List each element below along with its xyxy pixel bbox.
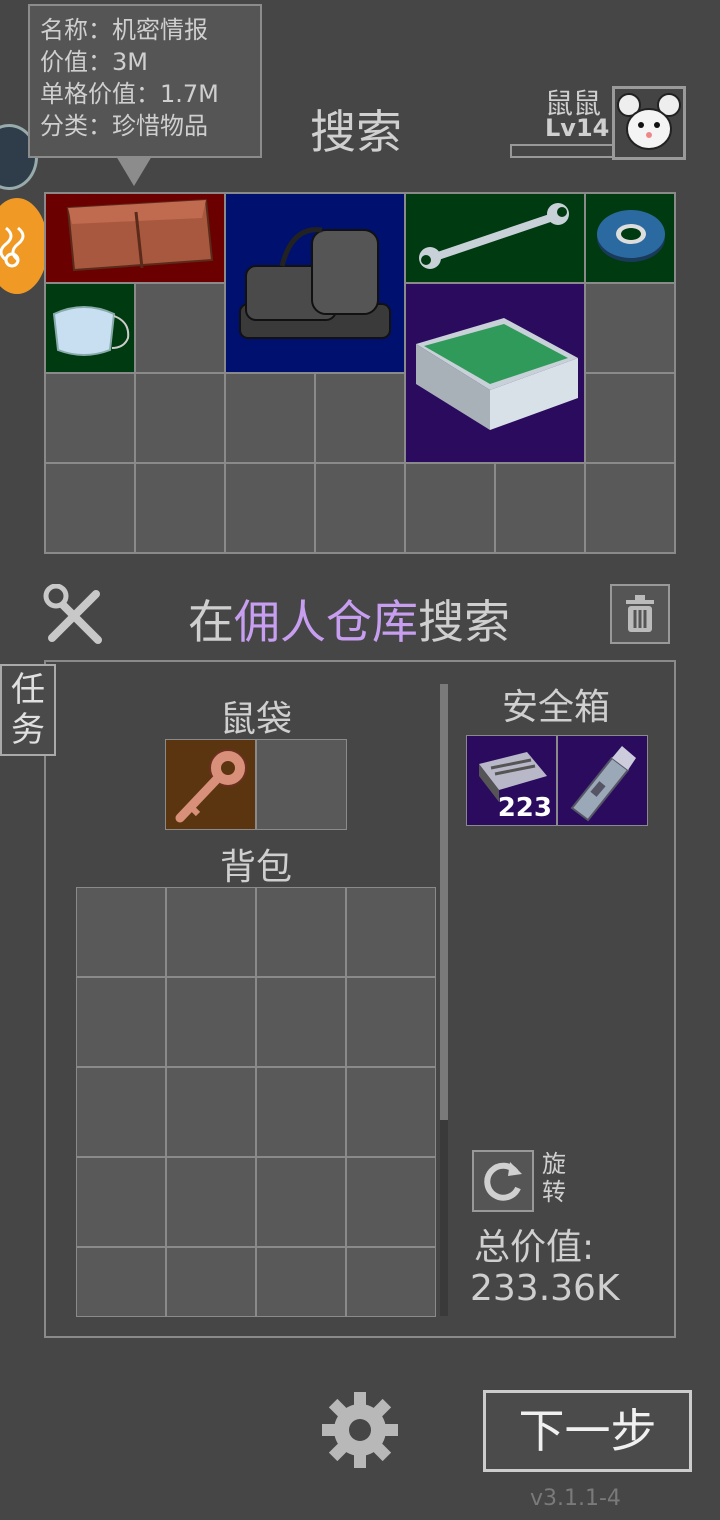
total-value: 233.36K: [470, 1268, 620, 1309]
safe-box-slot-battery[interactable]: 223: [466, 735, 557, 826]
loot-slot-empty[interactable]: [495, 463, 585, 553]
backpack-slot[interactable]: [346, 887, 436, 977]
avatar[interactable]: [612, 86, 686, 160]
scrollbar-thumb[interactable]: [440, 684, 448, 1120]
loot-slot-empty[interactable]: [225, 463, 315, 553]
backpack-slot[interactable]: [346, 1067, 436, 1157]
backpack-slot[interactable]: [346, 977, 436, 1067]
loot-slot-empty[interactable]: [585, 463, 675, 553]
pouch-slot-empty[interactable]: [256, 739, 347, 830]
page-title: 搜索: [310, 105, 402, 159]
next-step-button[interactable]: 下一步: [483, 1390, 692, 1472]
loot-item-glass-panel[interactable]: [405, 283, 585, 463]
mask-icon: [52, 306, 130, 356]
backpack-slot[interactable]: [346, 1157, 436, 1247]
wrench-icon: [419, 203, 569, 269]
backpack-slot[interactable]: [166, 1157, 256, 1247]
settings-button[interactable]: [318, 1388, 402, 1472]
loot-slot-empty[interactable]: [135, 283, 225, 373]
backpack-slot[interactable]: [256, 1247, 346, 1317]
pouch-label: 鼠袋: [220, 699, 293, 740]
backpack-slot[interactable]: [346, 1247, 436, 1317]
safe-box-slot-usb[interactable]: [557, 735, 648, 826]
search-prefix: 在: [188, 595, 234, 649]
version-label: v3.1.1-4: [530, 1486, 621, 1511]
backpack-slot[interactable]: [76, 1067, 166, 1157]
key-icon: [175, 749, 247, 823]
rotate-icon: [484, 1162, 522, 1201]
backpack-slot[interactable]: [76, 1157, 166, 1247]
player-level: Lv14: [545, 114, 610, 142]
tooltip-pointer: [116, 156, 152, 186]
loot-item-face-mask[interactable]: [45, 283, 135, 373]
gear-icon: [322, 1392, 398, 1468]
backpack-slot[interactable]: [256, 1157, 346, 1247]
total-value-label: 总价值:: [474, 1227, 595, 1268]
backpack-slot[interactable]: [76, 1247, 166, 1317]
backpack-slot[interactable]: [166, 887, 256, 977]
trash-button[interactable]: [610, 584, 670, 644]
item-tooltip: 名称：机密情报 价值：3M 单格价值：1.7M 分类：珍惜物品: [28, 4, 262, 158]
backpack-label: 背包: [220, 847, 293, 888]
tape-icon: [597, 210, 665, 262]
rotate-label: 旋转: [542, 1150, 566, 1206]
backpack-slot[interactable]: [166, 1067, 256, 1157]
pouch-slot-key[interactable]: [165, 739, 256, 830]
loot-slot-empty[interactable]: [585, 283, 675, 373]
search-location-name: 佣人仓库: [234, 595, 418, 649]
loot-slot-empty[interactable]: [315, 373, 405, 463]
backpack-slot[interactable]: [166, 1247, 256, 1317]
loot-slot-empty[interactable]: [405, 463, 495, 553]
item-count: 223: [497, 793, 552, 823]
xp-bar: [510, 144, 614, 158]
loot-slot-empty[interactable]: [315, 463, 405, 553]
tooltip-category: 分类：珍惜物品: [40, 112, 208, 140]
mouse-face-icon: [617, 93, 681, 150]
tooltip-value: 价值：3M: [40, 48, 148, 76]
bags-icon: [239, 227, 391, 339]
backpack-slot[interactable]: [166, 977, 256, 1067]
loot-slot-empty[interactable]: [225, 373, 315, 463]
backpack-slot[interactable]: [256, 887, 346, 977]
backpack-slot[interactable]: [256, 977, 346, 1067]
search-suffix: 搜索: [418, 595, 510, 649]
folder-icon: [66, 198, 214, 272]
loot-slot-empty[interactable]: [45, 373, 135, 463]
loot-item-wrench[interactable]: [405, 193, 585, 283]
trash-icon: [626, 595, 654, 632]
loot-slot-empty[interactable]: [45, 463, 135, 553]
search-location: 在佣人仓库搜索: [188, 586, 510, 652]
rotate-button[interactable]: [472, 1150, 534, 1212]
usb-drive-icon: [570, 746, 636, 822]
glass-icon: [416, 318, 578, 430]
tools-icon[interactable]: [42, 583, 106, 648]
tooltip-unit-value: 单格价值：1.7M: [40, 80, 219, 108]
smell-ability-button[interactable]: [0, 198, 48, 294]
loot-item-classified-intel[interactable]: [45, 193, 225, 283]
loot-item-backpack-pile[interactable]: [225, 193, 405, 373]
safe-box-label: 安全箱: [502, 687, 611, 728]
backpack-slot[interactable]: [256, 1067, 346, 1157]
backpack-slot[interactable]: [76, 887, 166, 977]
tooltip-name: 名称：机密情报: [40, 16, 208, 44]
loot-item-tape-roll[interactable]: [585, 193, 675, 283]
loot-slot-empty[interactable]: [135, 463, 225, 553]
task-button[interactable]: 任务: [0, 664, 56, 756]
loot-slot-empty[interactable]: [585, 373, 675, 463]
loot-slot-empty[interactable]: [135, 373, 225, 463]
backpack-slot[interactable]: [76, 977, 166, 1067]
swirl-icon: [0, 226, 25, 268]
